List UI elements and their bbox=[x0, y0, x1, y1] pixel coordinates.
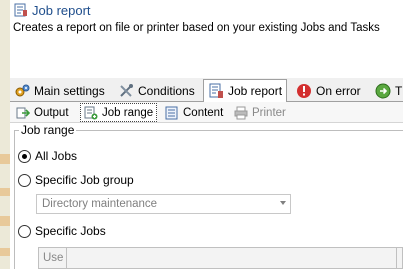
tab-main-settings[interactable]: Main settings bbox=[10, 80, 109, 102]
main-tab-bar: Main settings Conditions Job report On e… bbox=[10, 78, 403, 103]
radio-label: Specific Job group bbox=[35, 173, 134, 187]
output-icon bbox=[16, 107, 30, 118]
report-icon bbox=[209, 83, 223, 98]
retry-icon bbox=[375, 83, 391, 99]
radio-label: All Jobs bbox=[35, 149, 78, 163]
grid-column-use[interactable]: Use bbox=[39, 248, 67, 268]
tab-more[interactable]: T bbox=[371, 80, 403, 102]
header-title-row: Job report bbox=[14, 1, 91, 19]
radio-button[interactable] bbox=[18, 173, 31, 187]
left-panel-strip bbox=[0, 0, 10, 269]
job-range-icon bbox=[84, 106, 98, 119]
grid-column-label: Use bbox=[43, 252, 64, 264]
left-strip-marker bbox=[0, 154, 10, 164]
radio-label: Specific Jobs bbox=[35, 224, 106, 238]
printer-icon bbox=[234, 106, 248, 119]
radio-button[interactable] bbox=[18, 149, 31, 163]
subtab-printer[interactable]: Printer bbox=[231, 103, 289, 122]
radio-specific-job-group[interactable]: Specific Job group bbox=[18, 173, 134, 187]
radio-button[interactable] bbox=[18, 224, 31, 238]
radio-specific-jobs[interactable]: Specific Jobs bbox=[18, 224, 106, 238]
tab-label: Job report bbox=[228, 84, 283, 98]
subtab-label: Output bbox=[34, 106, 69, 119]
tab-job-report[interactable]: Job report bbox=[203, 79, 288, 103]
tab-label: T bbox=[395, 84, 403, 98]
left-strip-marker bbox=[0, 216, 10, 226]
subtab-label: Printer bbox=[252, 106, 286, 119]
job-group-select-value: Directory maintenance bbox=[42, 198, 158, 210]
left-strip-marker bbox=[0, 248, 10, 256]
subtab-label: Job range bbox=[102, 106, 154, 119]
tab-on-error[interactable]: On error bbox=[292, 80, 365, 102]
left-strip-marker bbox=[0, 188, 10, 196]
sub-tab-bar: Output Job range Content Printer bbox=[10, 102, 403, 123]
error-icon bbox=[297, 84, 311, 98]
page-description: Creates a report on file or printer base… bbox=[13, 22, 380, 34]
subtab-output[interactable]: Output bbox=[13, 103, 72, 122]
subtab-label: Content bbox=[183, 106, 224, 119]
job-range-legend: Job range bbox=[19, 123, 77, 137]
chevron-down-icon[interactable] bbox=[280, 201, 286, 205]
tab-label: On error bbox=[316, 84, 361, 98]
grid-column-name[interactable] bbox=[67, 248, 397, 268]
subtab-content[interactable]: Content bbox=[162, 103, 226, 122]
tab-conditions[interactable]: Conditions bbox=[114, 80, 199, 102]
content-icon bbox=[165, 106, 178, 119]
tab-label: Conditions bbox=[138, 84, 195, 98]
radio-all-jobs[interactable]: All Jobs bbox=[18, 149, 77, 163]
task-header: Job report Creates a report on file or p… bbox=[10, 0, 403, 72]
gears-icon bbox=[15, 84, 30, 97]
tab-label: Main settings bbox=[34, 84, 105, 98]
job-group-select[interactable]: Directory maintenance bbox=[36, 194, 291, 214]
report-icon bbox=[14, 3, 27, 17]
page-title: Job report bbox=[32, 2, 91, 18]
tools-icon bbox=[120, 84, 133, 97]
jobs-grid-header: Use bbox=[38, 247, 403, 269]
subtab-job-range[interactable]: Job range bbox=[80, 103, 158, 122]
